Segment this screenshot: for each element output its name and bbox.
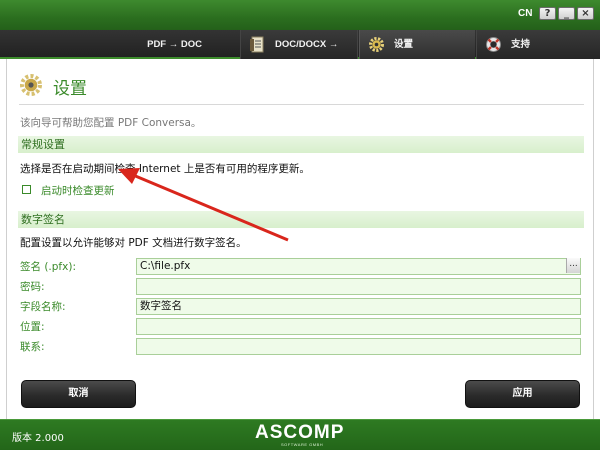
gear-icon <box>369 37 384 52</box>
tab-doc-to-pdf[interactable]: DOC/DOCX → PDF <box>240 30 358 79</box>
tab-label: 支持 <box>511 39 531 50</box>
settings-panel: 设置 该向导可帮助您配置 PDF Conversa。 常规设置 选择是否在启动期… <box>6 59 594 419</box>
password-field[interactable] <box>136 278 581 295</box>
field-name-label: 字段名称: <box>20 301 66 313</box>
version-label: 版本 2.000 <box>12 433 64 444</box>
logo-subtext: SOFTWARE GMBH <box>281 442 324 447</box>
check-updates-checkbox[interactable] <box>22 185 31 194</box>
password-label: 密码: <box>20 281 45 293</box>
gear-icon <box>20 74 42 96</box>
lifebuoy-icon <box>486 37 501 52</box>
contact-field[interactable] <box>136 338 581 355</box>
language-indicator[interactable]: CN <box>518 8 532 19</box>
check-updates-label[interactable]: 启动时检查更新 <box>41 183 115 198</box>
logo-text: ASCOMP <box>255 422 345 443</box>
divider <box>19 104 584 105</box>
help-button[interactable]: ? <box>539 7 556 20</box>
title-bar: CN ? _ × <box>0 0 600 30</box>
main-nav: PDF → DOC DOC/DOCX → PDF 设置 支持 <box>0 30 600 79</box>
browse-button[interactable]: ... <box>566 258 580 273</box>
signature-description: 配置设置以允许能够对 PDF 文档进行数字签名。 <box>20 237 247 249</box>
minimize-button[interactable]: _ <box>558 7 575 20</box>
tab-label: PDF → DOC <box>147 39 202 50</box>
status-footer: 版本 2.000 ASCOMP SOFTWARE GMBH <box>0 419 600 450</box>
tab-support[interactable]: 支持 <box>476 30 600 59</box>
signature-file-field[interactable]: C:\file.pfx <box>136 258 581 275</box>
contact-label: 联系: <box>20 341 45 353</box>
tab-label: 设置 <box>394 39 414 50</box>
cancel-button[interactable]: 取消 <box>21 380 136 408</box>
page-description: 该向导可帮助您配置 PDF Conversa。 <box>20 117 202 129</box>
section-header-signature: 数字签名 <box>18 211 584 228</box>
page-title: 设置 <box>53 79 87 99</box>
ascomp-logo: ASCOMP SOFTWARE GMBH <box>255 422 347 448</box>
apply-button[interactable]: 应用 <box>465 380 580 408</box>
field-name-field[interactable]: 数字签名 <box>136 298 581 315</box>
tab-pdf-to-doc[interactable]: PDF → DOC <box>120 30 238 59</box>
signature-file-label: 签名 (.pfx): <box>20 261 76 273</box>
close-button[interactable]: × <box>577 7 594 20</box>
general-description: 选择是否在启动期间检查 Internet 上是否有可用的程序更新。 <box>20 163 310 175</box>
location-field[interactable] <box>136 318 581 335</box>
document-icon <box>250 36 264 53</box>
tab-settings[interactable]: 设置 <box>359 30 475 59</box>
location-label: 位置: <box>20 321 45 333</box>
section-header-general: 常规设置 <box>18 136 584 153</box>
